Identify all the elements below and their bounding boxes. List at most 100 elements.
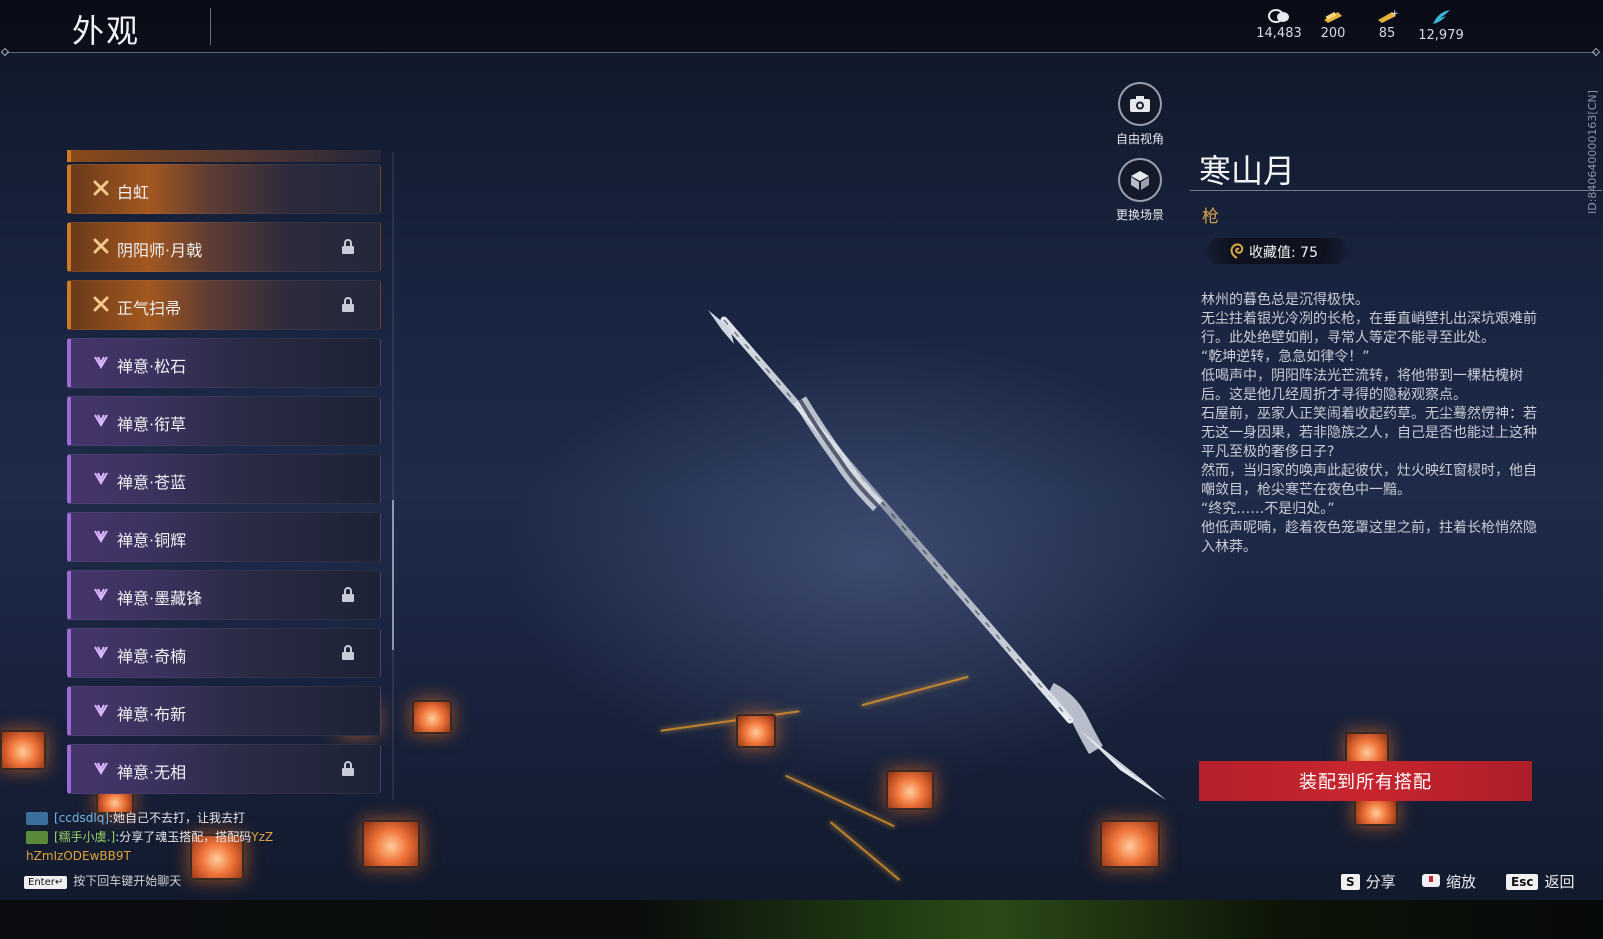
skin-list[interactable]: 白虹阴阳师·月戟 正气扫帚禅意·松石禅意·衔草禅意·苍蓝禅意·铜辉禅意·墨藏锋禅意… [67, 150, 383, 800]
gold-rarity-icon [93, 180, 109, 196]
purple-rarity-icon [94, 646, 108, 659]
purple-rarity-icon [94, 762, 108, 775]
gold-ticket-icon [1324, 11, 1342, 23]
collection-value-badge: 收藏值: 75 [1203, 238, 1351, 264]
floating-lantern [1354, 798, 1398, 826]
description-line: 无尘拄着银光冷冽的长枪，在垂直峭壁扎出深坑艰难前行。此处绝壁如削，寻常人等定不能… [1201, 311, 1537, 346]
chat-message: [ccdsdlq]:她自己不去打，让我去打 [26, 809, 273, 828]
free-view-button[interactable]: 自由视角 [1100, 82, 1180, 147]
list-item[interactable]: 禅意·苍蓝 [67, 454, 381, 504]
chat-box: [ccdsdlq]:她自己不去打，让我去打 [糯手小虞.]:分享了魂玉搭配，搭配… [26, 809, 273, 866]
list-item-label: 禅意·无相 [117, 763, 187, 782]
currency-feather: 12,979 [1411, 8, 1471, 43]
gold-ticket-plus-icon: + [1378, 9, 1398, 23]
back-label: 返回 [1544, 873, 1575, 891]
chat-message: [糯手小虞.]:分享了魂玉搭配，搭配码YzZ [26, 828, 273, 847]
list-item-label: 阴阳师·月戟 [117, 241, 203, 260]
gold-rarity-icon [93, 238, 109, 254]
share-code-continued[interactable]: hZmIzODEwBB9T [26, 849, 131, 863]
chat-channel-icon [26, 812, 48, 825]
list-item[interactable]: 正气扫帚 [67, 280, 381, 330]
page-title: 外观 [72, 12, 141, 50]
header-divider [6, 52, 1596, 53]
list-item-label: 禅意·布新 [117, 705, 187, 724]
gold-rarity-icon [93, 296, 109, 312]
list-item-label: 禅意·铜辉 [117, 531, 187, 550]
collection-value: 收藏值: 75 [1249, 245, 1318, 261]
chat-username[interactable]: [糯手小虞.] [54, 830, 115, 844]
share-label: 分享 [1365, 873, 1396, 891]
description-line: 然而，当归家的唤声此起彼伏，灶火映红窗棂时，他自嘲敛目，枪尖寒芒在夜色中一黯。 [1201, 463, 1537, 498]
zoom-label: 缩放 [1446, 873, 1477, 891]
list-item[interactable]: 禅意·墨藏锋 [67, 570, 381, 620]
change-scene-button[interactable]: 更换场景 [1100, 158, 1180, 223]
list-item[interactable]: 禅意·奇楠 [67, 628, 381, 678]
zoom-hint[interactable]: 缩放 [1420, 871, 1476, 892]
enter-hint-text: 按下回车键开始聊天 [73, 874, 182, 888]
equip-all-button[interactable]: 装配到所有搭配 [1199, 761, 1532, 801]
list-scrollbar-thumb[interactable] [392, 500, 394, 650]
cube-icon [1118, 158, 1162, 202]
description-line: “终究……不是归处。” [1201, 501, 1335, 517]
description-line: “乾坤逆转，急急如律令！” [1201, 349, 1370, 365]
change-scene-label: 更换场景 [1115, 208, 1164, 222]
list-item[interactable]: 禅意·衔草 [67, 396, 381, 446]
list-item[interactable]: 白虹 [67, 164, 381, 214]
player-id: ID:840640000163[CN] [1586, 74, 1599, 214]
list-item-label: 白虹 [117, 183, 150, 202]
floating-lantern [362, 820, 420, 868]
currency-coins-value: 14,483 [1256, 26, 1302, 41]
purple-rarity-icon [94, 530, 108, 543]
title-separator [210, 8, 211, 45]
description-line: 低喝声中，阴阳阵法光芒流转，将他带到一棵枯槐树后。这是他几经周折才寻得的隐秘观察… [1201, 368, 1523, 403]
description-line: 石屋前，巫家人正笑闹着收起药草。无尘蓦然愣神：若无这一身因果，若非隐族之人，自己… [1201, 406, 1537, 460]
lock-icon [342, 297, 354, 312]
list-item[interactable]: 禅意·松石 [67, 338, 381, 388]
spiral-icon [1230, 243, 1244, 259]
svg-text:+: + [1391, 9, 1398, 19]
floating-lantern [1100, 820, 1160, 868]
chat-text: :她自己不去打，让我去打 [109, 811, 246, 825]
list-item[interactable]: 禅意·无相 [67, 744, 381, 794]
bottom-ground-strip [0, 900, 1603, 939]
coin-stack-icon [1268, 9, 1289, 23]
glow-crack [829, 821, 901, 881]
list-item-label: 禅意·奇楠 [117, 647, 187, 666]
name-underline [1190, 190, 1602, 191]
camera-icon [1118, 82, 1162, 126]
share-code[interactable]: YzZ [251, 830, 273, 844]
list-item[interactable]: 阴阳师·月戟 [67, 222, 381, 272]
back-hint[interactable]: Esc 返回 [1506, 871, 1574, 892]
list-item[interactable]: 禅意·布新 [67, 686, 381, 736]
list-scrollbar-track[interactable] [392, 152, 394, 800]
purple-rarity-icon [94, 356, 108, 369]
currency-ticket-plus: + 85 [1357, 8, 1417, 41]
lock-icon [342, 587, 354, 602]
chat-enter-hint[interactable]: Enter↵ 按下回车键开始聊天 [24, 872, 181, 889]
player-id-text: ID:840640000163[CN] [1586, 90, 1599, 214]
purple-rarity-icon [94, 472, 108, 485]
currency-feather-value: 12,979 [1418, 28, 1464, 43]
chat-channel-icon [26, 831, 48, 844]
description-line: 他低声呢喃，趁着夜色笼罩这里之前，拄着长枪悄然隐入林莽。 [1201, 520, 1537, 555]
share-hint[interactable]: S 分享 [1341, 871, 1396, 892]
esc-key-icon: Esc [1506, 874, 1539, 890]
item-type: 枪 [1202, 207, 1219, 227]
floating-lantern [0, 730, 46, 770]
lock-icon [342, 239, 354, 254]
purple-rarity-icon [94, 414, 108, 427]
lock-icon [342, 761, 354, 776]
floating-lantern [412, 700, 452, 734]
list-item-label: 正气扫帚 [117, 299, 182, 318]
chat-username[interactable]: [ccdsdlq] [54, 811, 109, 825]
list-item[interactable]: 禅意·铜辉 [67, 512, 381, 562]
item-name: 寒山月 [1199, 152, 1296, 190]
mouse-wheel-icon [1422, 874, 1440, 887]
feather-icon [1433, 10, 1450, 24]
enter-key-icon: Enter↵ [24, 876, 68, 889]
purple-rarity-icon [94, 704, 108, 717]
list-item-label: 禅意·松石 [117, 357, 187, 376]
free-view-label: 自由视角 [1115, 132, 1164, 146]
list-item-label: 禅意·苍蓝 [117, 473, 187, 492]
currency-coins: 14,483 [1249, 8, 1309, 41]
